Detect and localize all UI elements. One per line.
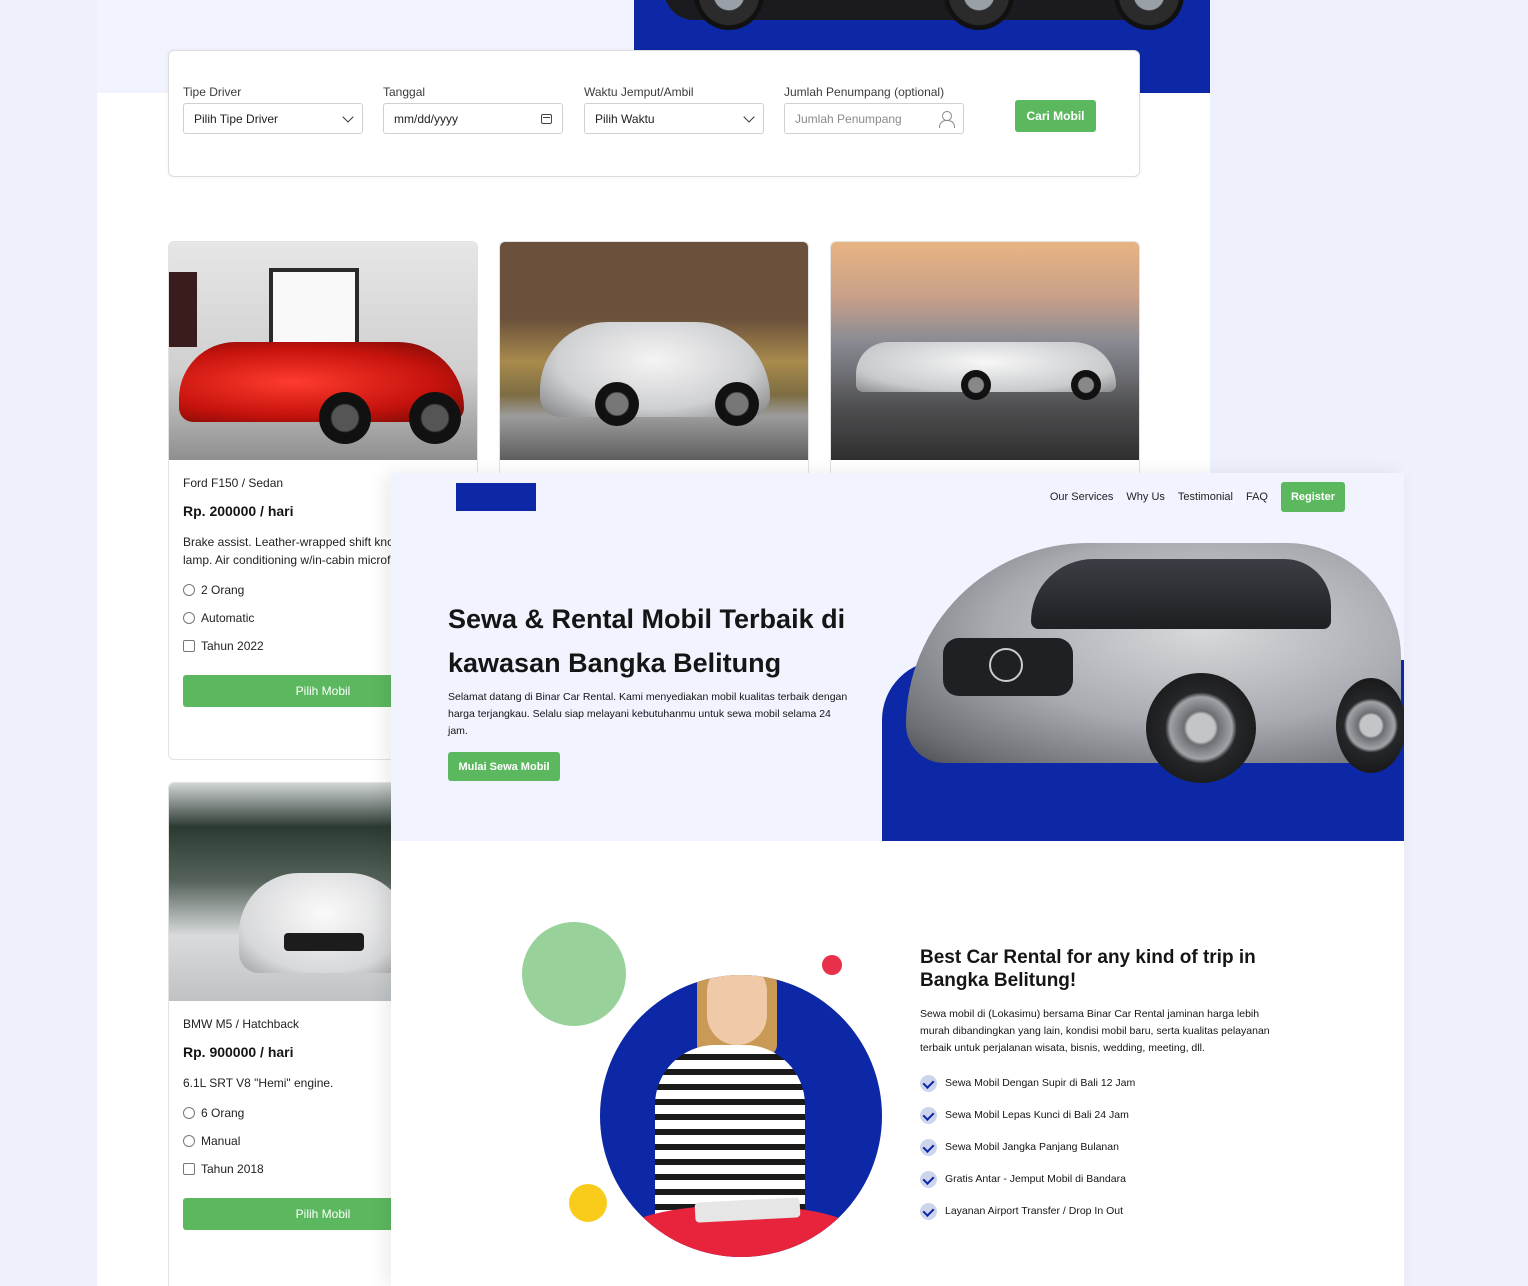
list-item: Sewa Mobil Dengan Supir di Bali 12 Jam [920, 1067, 1135, 1099]
decorative-circle [569, 1184, 607, 1222]
date-value: mm/dd/yyyy [394, 111, 459, 126]
calendar-icon[interactable] [541, 113, 552, 124]
car-image [831, 242, 1139, 460]
nav-item-our-services[interactable]: Our Services [1050, 491, 1114, 503]
nav-item-why-us[interactable]: Why Us [1126, 491, 1165, 503]
calendar-icon [183, 1163, 195, 1175]
year-text: Tahun 2022 [201, 639, 264, 653]
decorative-circle [522, 922, 626, 1026]
main-nav: Our Services Why Us Testimonial FAQ Regi… [1050, 482, 1345, 512]
list-item: Sewa Mobil Lepas Kunci di Bali 24 Jam [920, 1099, 1135, 1131]
driver-type-label: Tipe Driver [183, 85, 242, 99]
car-image [500, 242, 808, 460]
capacity-text: 2 Orang [201, 583, 245, 597]
list-item-text: Sewa Mobil Lepas Kunci di Bali 24 Jam [945, 1109, 1129, 1121]
register-button[interactable]: Register [1280, 482, 1345, 512]
woman-illustration [600, 975, 882, 1257]
why-us-description: Sewa mobil di (Lokasimu) bersama Binar C… [920, 1008, 1270, 1054]
date-input[interactable]: mm/dd/yyyy [383, 103, 563, 134]
list-item-text: Gratis Antar - Jemput Mobil di Bandara [945, 1173, 1126, 1185]
check-icon [920, 1138, 937, 1156]
why-us-title: Best Car Rental for any kind of trip in … [920, 947, 1256, 991]
hero-section: Our Services Why Us Testimonial FAQ Regi… [391, 473, 1404, 841]
chevron-down-icon [342, 110, 354, 123]
passenger-field: Jumlah Penumpang (optional) Jumlah Penum… [784, 85, 964, 134]
driver-type-field: Tipe Driver Pilih Tipe Driver [183, 85, 363, 134]
list-item-text: Sewa Mobil Dengan Supir di Bali 12 Jam [945, 1077, 1136, 1089]
pickup-time-select[interactable]: Pilih Waktu [584, 103, 764, 134]
nav-item-testimonial[interactable]: Testimonial [1178, 491, 1233, 503]
list-item-text: Layanan Airport Transfer / Drop In Out [945, 1205, 1124, 1217]
list-item: Sewa Mobil Jangka Panjang Bulanan [920, 1131, 1135, 1163]
passenger-placeholder: Jumlah Penumpang [795, 111, 902, 126]
nav-item-faq[interactable]: FAQ [1246, 491, 1268, 503]
user-icon [939, 110, 955, 128]
check-icon [920, 1170, 937, 1188]
search-form: Tipe Driver Pilih Tipe Driver Tanggal mm… [168, 50, 1140, 177]
year-text: Tahun 2018 [201, 1162, 264, 1176]
transmission-text: Manual [201, 1134, 241, 1148]
user-icon [183, 584, 195, 596]
car-card [830, 241, 1140, 481]
landing-page: Our Services Why Us Testimonial FAQ Regi… [391, 473, 1404, 1286]
gear-icon [183, 612, 195, 624]
hero-description: Selamat datang di Binar Car Rental. Kami… [448, 691, 848, 737]
pickup-time-value: Pilih Waktu [595, 111, 655, 126]
search-car-button[interactable]: Cari Mobil [1015, 100, 1096, 132]
car-image [169, 242, 477, 460]
check-icon [920, 1106, 937, 1124]
list-item: Layanan Airport Transfer / Drop In Out [920, 1195, 1135, 1227]
check-icon [920, 1202, 937, 1220]
list-item-text: Sewa Mobil Jangka Panjang Bulanan [945, 1141, 1119, 1153]
user-icon [183, 1107, 195, 1119]
list-item: Gratis Antar - Jemput Mobil di Bandara [920, 1163, 1135, 1195]
driver-type-select[interactable]: Pilih Tipe Driver [183, 103, 363, 134]
check-icon [920, 1074, 937, 1092]
driver-type-value: Pilih Tipe Driver [194, 111, 279, 126]
hero-title: Sewa & Rental Mobil Terbaik di kawasan B… [448, 604, 846, 678]
date-label: Tanggal [383, 85, 426, 99]
calendar-icon [183, 640, 195, 652]
start-rental-button[interactable]: Mulai Sewa Mobil [448, 752, 560, 781]
date-field: Tanggal mm/dd/yyyy [383, 85, 563, 134]
capacity-text: 6 Orang [201, 1106, 245, 1120]
car-card [499, 241, 809, 481]
why-us-list: Sewa Mobil Dengan Supir di Bali 12 Jam S… [920, 1067, 1135, 1227]
passenger-input[interactable]: Jumlah Penumpang [784, 103, 964, 134]
transmission-text: Automatic [201, 611, 255, 625]
chevron-down-icon [743, 110, 755, 123]
logo[interactable] [456, 483, 536, 511]
pickup-time-field: Waktu Jemput/Ambil Pilih Waktu [584, 85, 764, 134]
pickup-time-label: Waktu Jemput/Ambil [584, 85, 694, 99]
passenger-label: Jumlah Penumpang (optional) [784, 85, 945, 99]
decorative-circle [822, 955, 842, 975]
gear-icon [183, 1135, 195, 1147]
